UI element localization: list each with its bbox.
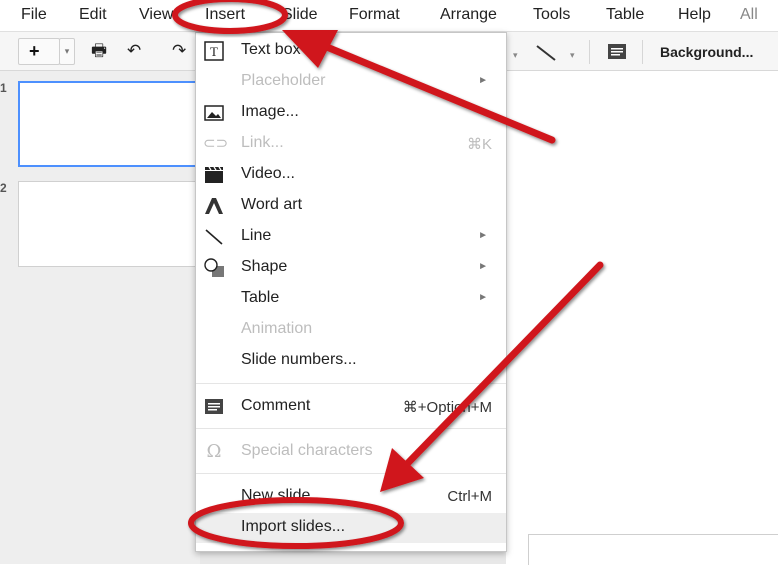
menu-item-link[interactable]: ⊂⊃ Link... ⌘K [196,129,506,159]
menu-item-label: Link... [241,134,284,151]
menu-item-placeholder[interactable]: Placeholder ► [196,67,506,97]
print-icon[interactable]: 🖶 [91,40,107,62]
redo-icon[interactable]: ↷ [172,40,186,62]
background-button[interactable]: Background... [660,44,753,60]
menu-item-new-slide[interactable]: New slide Ctrl+M [196,482,506,512]
comment-icon[interactable] [606,42,628,62]
menu-item-label: Animation [241,320,313,337]
line-tool-icon[interactable] [533,42,561,64]
slide-thumbnail-2[interactable] [18,181,200,267]
submenu-arrow-icon: ► [478,292,488,303]
menu-item-table[interactable]: Table ► [196,284,506,314]
omega-icon: Ω [206,441,222,462]
shape-icon [204,258,224,277]
comment-icon [205,399,223,414]
line-icon [205,229,223,245]
menu-divider [196,428,506,429]
submenu-arrow-icon: ► [478,261,488,272]
slide-canvas[interactable] [506,71,778,564]
plus-icon: + [29,41,40,61]
svg-text:T: T [210,44,218,59]
menu-item-label: Placeholder [241,72,326,89]
menu-insert[interactable]: Insert [205,6,245,24]
link-icon: ⊂⊃ [203,135,229,152]
toolbar-divider [642,40,643,64]
menu-item-label: Text box [241,41,301,58]
slide-number: 1 [0,81,7,95]
slide-number: 2 [0,181,7,195]
submenu-arrow-icon: ► [478,75,488,86]
menu-item-animation[interactable]: Animation [196,315,506,345]
menu-divider [196,473,506,474]
image-icon [204,105,224,121]
menu-item-text-box[interactable]: T Text box [196,36,506,66]
new-slide-button[interactable]: + [18,38,60,65]
menu-tools[interactable]: Tools [533,6,570,24]
menu-item-label: New slide [241,487,311,504]
chevron-down-icon[interactable]: ▾ [513,44,518,66]
menu-item-label: Comment [241,397,311,414]
toolbar-divider [589,40,590,64]
chevron-down-icon[interactable]: ▾ [570,44,575,66]
menu-item-label: Shape [241,258,288,275]
menu-divider [196,383,506,384]
menu-format[interactable]: Format [349,6,400,24]
menu-item-comment[interactable]: Comment ⌘+Option+M [196,392,506,422]
menu-all-changes[interactable]: All [740,6,758,24]
menu-item-shortcut: ⌘K [466,136,492,153]
menu-item-shortcut: Ctrl+M [447,488,492,505]
menu-item-label: Image... [241,103,299,120]
word-art-icon [205,198,223,214]
menu-item-label: Table [241,289,280,306]
new-slide-dropdown[interactable]: ▾ [59,38,75,65]
menu-item-label: Import slides... [241,518,346,535]
menu-bar: File Edit View Insert Slide Format Arran… [0,0,778,30]
menu-item-image[interactable]: Image... [196,98,506,128]
menu-item-label: Line [241,227,272,244]
menu-item-shape[interactable]: Shape ► [196,253,506,283]
video-icon [205,166,223,183]
menu-edit[interactable]: Edit [79,6,107,24]
chevron-down-icon: ▾ [64,46,70,56]
menu-item-line[interactable]: Line ► [196,222,506,252]
slide-filmstrip: 1 2 [0,71,200,564]
menu-slide[interactable]: Slide [282,6,318,24]
menu-item-label: Word art [241,196,303,213]
insert-menu: T Text box Placeholder ► Image... ⊂⊃ Lin… [195,32,507,552]
menu-item-word-art[interactable]: Word art [196,191,506,221]
menu-item-video[interactable]: Video... [196,160,506,190]
menu-view[interactable]: View [139,6,173,24]
menu-help[interactable]: Help [678,6,711,24]
menu-item-import-slides[interactable]: Import slides... [196,513,506,543]
menu-file[interactable]: File [21,6,47,24]
menu-arrange[interactable]: Arrange [440,6,497,24]
text-box-icon: T [204,41,224,61]
menu-item-slide-numbers[interactable]: Slide numbers... [196,346,506,376]
slide-thumbnail-1[interactable] [18,81,200,167]
menu-item-label: Slide numbers... [241,351,357,368]
speaker-notes-area[interactable] [528,534,778,565]
menu-item-shortcut: ⌘+Option+M [402,399,492,416]
menu-table[interactable]: Table [606,6,644,24]
undo-icon[interactable]: ↶ [127,40,141,62]
menu-item-special-characters[interactable]: Ω Special characters [196,437,506,467]
menu-item-label: Special characters [241,442,373,459]
menu-item-label: Video... [241,165,295,182]
submenu-arrow-icon: ► [478,230,488,241]
